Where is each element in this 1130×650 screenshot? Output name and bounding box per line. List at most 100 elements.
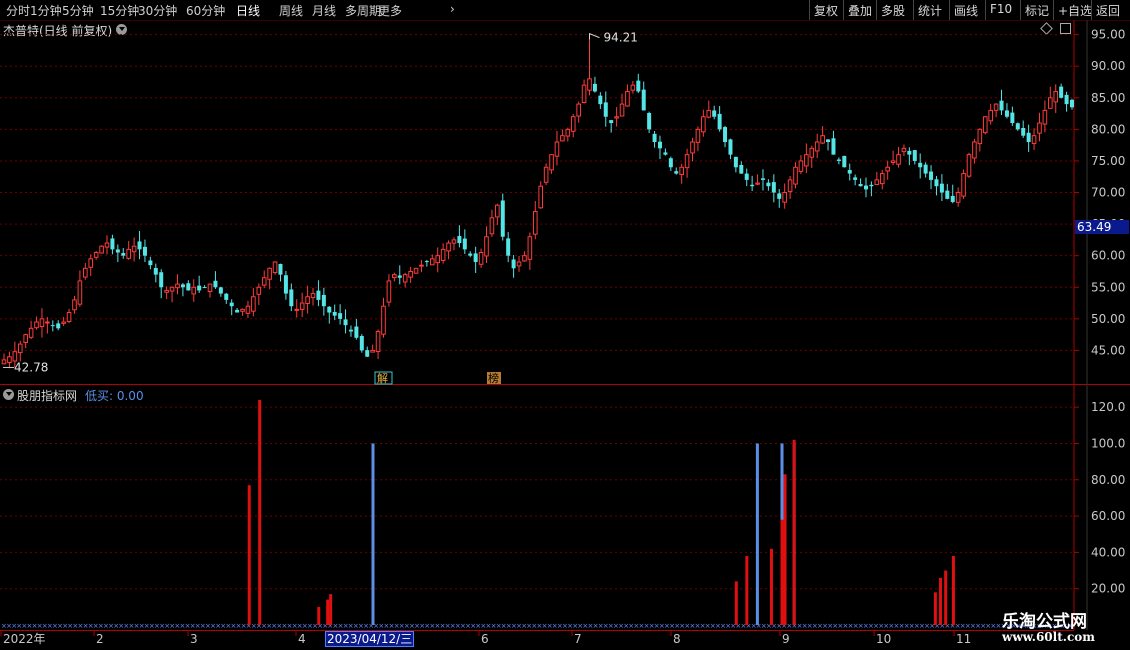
candle-body — [879, 173, 885, 185]
candle-body — [918, 162, 923, 168]
toolbar-item-1[interactable]: 1分钟 — [30, 2, 62, 19]
candle-body — [402, 274, 408, 283]
candle-body — [50, 325, 55, 327]
toolbar-item-7[interactable]: 周线 — [279, 2, 303, 19]
current-price-marker: 63.49 — [1075, 220, 1129, 234]
candle-body — [283, 275, 288, 294]
toolbar-item-6[interactable]: 日线 — [236, 2, 260, 19]
candle-body — [191, 286, 197, 295]
candle-body — [299, 302, 305, 310]
toolbar-right-item-6[interactable]: 标记 — [1025, 2, 1049, 19]
candle-body — [7, 356, 12, 363]
toolbar-right-item-2[interactable]: 多股 — [881, 2, 905, 19]
candle-body — [1064, 94, 1069, 105]
candle-body — [272, 261, 278, 274]
candle-body — [603, 102, 608, 117]
candle-body — [798, 160, 804, 172]
toolbar-right-item-3[interactable]: 统计 — [918, 2, 942, 19]
y-tick-label: 70.00 — [1091, 186, 1125, 200]
candlestick-chart: 95.0090.0085.0080.0075.0070.0065.0060.00… — [0, 20, 1130, 385]
candle-body — [977, 128, 983, 145]
candle-body — [131, 245, 137, 253]
candle-body — [115, 249, 120, 253]
candle-body — [641, 89, 646, 111]
indicator-bar — [769, 548, 773, 625]
toolbar-item-8[interactable]: 月线 — [312, 2, 336, 19]
candle-body — [674, 171, 679, 174]
candle-body — [934, 179, 939, 187]
toolbar-right-item-5[interactable]: F10 — [990, 2, 1012, 16]
toolbar-right-item-4[interactable]: 画线 — [954, 2, 978, 19]
candle-body — [440, 248, 446, 261]
candle-body — [982, 116, 988, 134]
toolbar-item-9[interactable]: 多周期 — [345, 2, 381, 19]
toolbar-item-3[interactable]: 15分钟 — [100, 2, 139, 19]
candle-body — [760, 178, 765, 180]
candle-body — [186, 283, 191, 291]
candle-body — [397, 275, 402, 278]
unlock-badge: 解 — [377, 371, 388, 385]
candle-body — [771, 182, 776, 193]
candle-body — [1010, 112, 1015, 124]
date-tick-label: 7 — [574, 632, 582, 646]
toolbar-item-4[interactable]: 30分钟 — [138, 2, 177, 19]
y-tick-label: 90.00 — [1091, 59, 1125, 73]
candle-body — [522, 255, 527, 262]
candle-body — [72, 299, 77, 311]
sub-y-tick-label: 60.00 — [1091, 509, 1125, 523]
toolbar-right-item-0[interactable]: 复权 — [814, 2, 838, 19]
candle-body — [99, 245, 104, 254]
candle-body — [478, 252, 484, 265]
candle-body — [532, 210, 538, 235]
toolbar-item-0[interactable]: 分时 — [6, 2, 30, 19]
toolbar-item-5[interactable]: 60分钟 — [186, 2, 225, 19]
toolbar-item-10[interactable]: 更多 — [378, 2, 402, 19]
candle-body — [408, 270, 413, 278]
candle-body — [83, 267, 88, 278]
candle-body — [1042, 109, 1048, 125]
date-axis: 2022年 2 3 4 6 7 8 9 10 11 — [0, 630, 1130, 650]
candle-body — [1053, 90, 1059, 103]
candle-body — [560, 135, 565, 142]
candle-body — [581, 84, 587, 103]
candle-body — [945, 190, 950, 199]
candle-body — [66, 312, 72, 323]
y-tick-label: 45.00 — [1091, 343, 1125, 357]
candle-body — [251, 296, 256, 312]
candle-body — [885, 166, 890, 172]
sub-y-tick-label: 100.0 — [1091, 436, 1125, 450]
date-tick-label: 2022年 — [3, 632, 46, 646]
more-chevron-icon[interactable]: › — [450, 2, 455, 16]
date-tick-label: 8 — [673, 632, 681, 646]
candle-body — [1031, 135, 1037, 144]
candle-body — [316, 290, 321, 300]
candle-body — [419, 264, 424, 267]
candle-body — [468, 253, 473, 256]
indicator-bar — [329, 594, 333, 625]
indicator-bar — [939, 577, 943, 625]
candle-body — [625, 90, 630, 107]
candle-body — [500, 200, 505, 237]
candle-body — [630, 84, 636, 91]
candle-body — [939, 183, 944, 193]
candle-body — [45, 321, 50, 324]
toolbar-item-2[interactable]: 5分钟 — [62, 2, 94, 19]
candle-body — [733, 156, 738, 168]
toolbar-separator — [985, 0, 986, 20]
indicator-bar-chart: 120.0100.080.0060.0040.0020.00× × × × × × × × × ×… — [0, 385, 1125, 630]
toolbar-right-item-7[interactable]: +自选 — [1058, 2, 1092, 19]
candle-body — [712, 110, 717, 117]
candle-body — [570, 116, 576, 132]
period-toolbar: 分时 1分钟 5分钟 15分钟 30分钟 60分钟 日线 周线 月线 多周期 更多 › 复权 叠加 多股 统计… — [0, 0, 1130, 21]
candle-body — [1021, 127, 1026, 136]
candle-body — [695, 128, 701, 143]
candle-body — [28, 327, 34, 338]
toolbar-right-item-1[interactable]: 叠加 — [848, 2, 872, 19]
candle-body — [462, 238, 467, 250]
candle-body — [592, 83, 597, 92]
candle-body — [961, 173, 966, 197]
toolbar-right-item-8[interactable]: 返回 — [1096, 2, 1120, 19]
candle-body — [663, 152, 668, 155]
date-tick-label: 9 — [782, 632, 790, 646]
candle-body — [93, 252, 99, 258]
